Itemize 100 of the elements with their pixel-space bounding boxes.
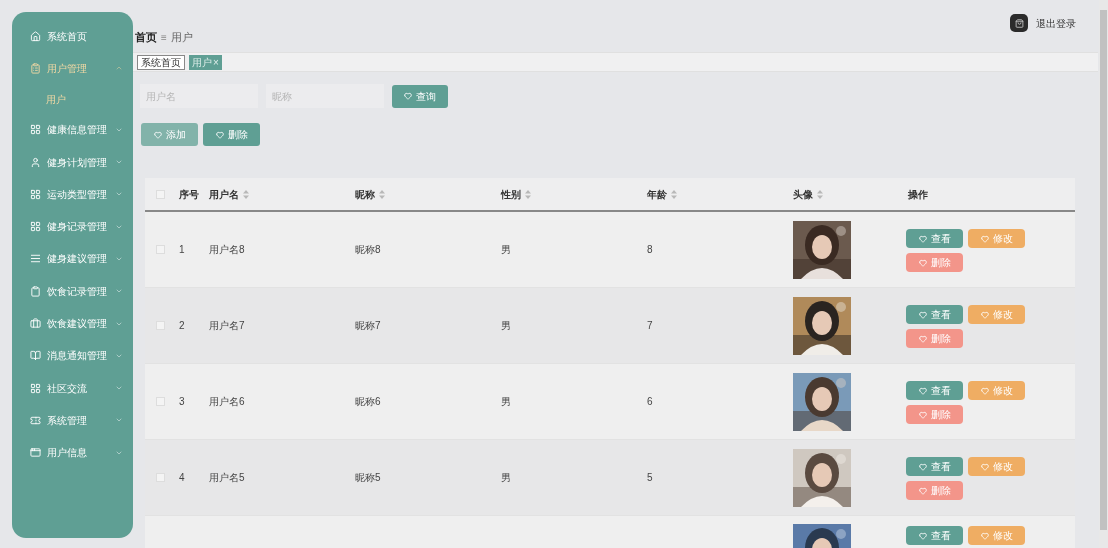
menu-icon [30, 382, 41, 394]
heart-icon [404, 92, 412, 100]
table-cell: 用户名6 [209, 396, 245, 407]
table-cell: 男 [501, 472, 511, 483]
delete-button[interactable]: 删除 [906, 329, 963, 348]
menu-icon [30, 62, 41, 74]
table-cell: 男 [501, 396, 511, 407]
bag-icon [1014, 18, 1024, 28]
table-cell: 4 [179, 472, 185, 483]
sidebar-item[interactable]: 系统首页 [12, 20, 133, 53]
heart-icon [918, 310, 927, 319]
edit-button[interactable]: 修改 [968, 229, 1025, 248]
page-tab[interactable]: 系统首页 [137, 54, 185, 70]
delete-button[interactable]: 删除 [906, 405, 963, 424]
column-header: 操作 [908, 187, 928, 202]
table-cell: 昵称6 [355, 396, 381, 407]
table-cell: 5 [647, 472, 653, 483]
heart-icon [980, 234, 989, 243]
table-cell: 昵称5 [355, 472, 381, 483]
heart-icon [980, 462, 989, 471]
sort-icon[interactable] [243, 189, 249, 199]
table-cell: 用户名8 [209, 244, 245, 255]
search-button[interactable]: 查询 [392, 84, 448, 108]
sort-icon[interactable] [817, 189, 823, 199]
edit-button[interactable]: 修改 [968, 457, 1025, 476]
table-cell: 男 [501, 244, 511, 255]
heart-icon [918, 410, 927, 419]
heart-icon [918, 334, 927, 343]
sort-icon[interactable] [525, 189, 531, 199]
table-cell: 1 [179, 244, 185, 255]
sidebar-item[interactable]: 饮食建议管理 [12, 307, 133, 340]
menu-icon [30, 447, 41, 459]
view-button[interactable]: 查看 [906, 229, 963, 248]
table-cell: 2 [179, 320, 185, 331]
logout-link[interactable]: 退出登录 [1036, 15, 1076, 31]
view-button[interactable]: 查看 [906, 305, 963, 324]
user-avatar[interactable] [1010, 14, 1028, 32]
sidebar-item[interactable]: 健身建议管理 [12, 242, 133, 276]
heart-icon [153, 130, 162, 139]
heart-icon [918, 462, 927, 471]
table-cell: 昵称7 [355, 320, 381, 331]
column-header[interactable]: 年龄 [647, 186, 677, 202]
heart-icon [918, 531, 927, 540]
page-tab[interactable]: 用户× [189, 54, 222, 70]
sidebar-item[interactable]: 健身计划管理 [12, 145, 133, 179]
heart-icon [215, 130, 224, 139]
close-icon[interactable]: × [213, 54, 219, 70]
sidebar-item[interactable]: 用户管理 [12, 52, 133, 85]
breadcrumb-link[interactable]: 首页 [135, 28, 157, 45]
heart-icon [918, 234, 927, 243]
column-header[interactable]: 性别 [501, 186, 531, 202]
heart-icon [918, 486, 927, 495]
column-header[interactable]: 头像 [793, 186, 823, 202]
menu-icon [30, 30, 41, 42]
table-cell: 7 [647, 320, 653, 331]
menu-icon [30, 350, 41, 362]
sort-icon[interactable] [379, 189, 385, 199]
table-cell: 昵称8 [355, 244, 381, 255]
table-cell: 8 [647, 244, 653, 255]
menu-icon [30, 285, 41, 297]
menu-icon [30, 124, 41, 136]
view-button[interactable]: 查看 [906, 526, 963, 545]
sort-icon[interactable] [671, 189, 677, 199]
edit-button[interactable]: 修改 [968, 526, 1025, 545]
heart-icon [980, 386, 989, 395]
menu-icon [30, 414, 41, 426]
sidebar-item[interactable]: 用户信息 [12, 436, 133, 469]
delete-button[interactable]: 删除 [906, 481, 963, 500]
menu-icon [30, 188, 41, 200]
column-header: 序号 [179, 187, 199, 202]
menu-icon [30, 318, 41, 329]
sidebar-item[interactable]: 健身记录管理 [12, 210, 133, 243]
column-header[interactable]: 昵称 [355, 186, 385, 202]
menu-icon [30, 253, 41, 265]
toolbar-button[interactable]: 删除 [203, 123, 260, 146]
sidebar-item[interactable]: 社区交流 [12, 371, 133, 405]
menu-icon [30, 221, 41, 233]
submenu-item[interactable]: 用户 [12, 84, 133, 114]
view-button[interactable]: 查看 [906, 457, 963, 476]
sidebar-item[interactable]: 运动类型管理 [12, 178, 133, 211]
edit-button[interactable]: 修改 [968, 381, 1025, 400]
heart-icon [918, 386, 927, 395]
menu-icon [30, 156, 41, 168]
sidebar-item[interactable]: 饮食记录管理 [12, 275, 133, 308]
sidebar-item[interactable]: 系统管理 [12, 404, 133, 437]
delete-button[interactable]: 删除 [906, 253, 963, 272]
table-cell: 男 [501, 320, 511, 331]
table-cell: 3 [179, 396, 185, 407]
heart-icon [980, 531, 989, 540]
breadcrumb-current: 用户 [170, 29, 193, 45]
heart-icon [980, 310, 989, 319]
breadcrumb-separator: ≡ [161, 31, 167, 45]
column-header[interactable]: 用户名 [209, 186, 249, 202]
edit-button[interactable]: 修改 [968, 305, 1025, 324]
table-cell: 6 [647, 396, 653, 407]
table-cell: 用户名7 [209, 320, 245, 331]
view-button[interactable]: 查看 [906, 381, 963, 400]
sidebar-item[interactable]: 消息通知管理 [12, 339, 133, 372]
table-cell: 用户名5 [209, 472, 245, 483]
sidebar-item[interactable]: 健康信息管理 [12, 113, 133, 146]
